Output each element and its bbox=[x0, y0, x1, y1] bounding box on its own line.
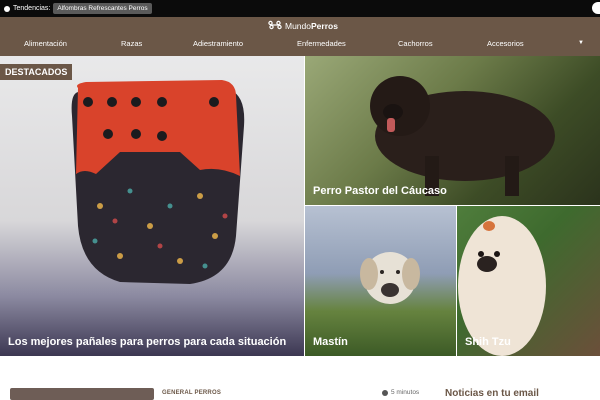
logo-bold-text: Perros bbox=[311, 21, 338, 31]
article-category[interactable]: GENERAL PERROS bbox=[162, 390, 221, 396]
read-time-text: 5 minutos bbox=[391, 389, 420, 396]
caucaso-dog-image bbox=[370, 76, 555, 196]
clock-icon bbox=[382, 389, 388, 396]
tile-caucaso-title[interactable]: Perro Pastor del Cáucaso bbox=[313, 185, 447, 197]
shihtzu-dog-image bbox=[458, 216, 546, 356]
trending-bar: Tendencias: Alfombras Refrescantes Perro… bbox=[0, 0, 600, 17]
trending-chip[interactable]: Alfombras Refrescantes Perros bbox=[53, 3, 152, 14]
logo-regular-text: Mundo bbox=[285, 21, 311, 31]
nav-item-enfermedades[interactable]: Enfermedades bbox=[297, 39, 346, 48]
nav-item-alimentacion[interactable]: Alimentación bbox=[24, 39, 67, 48]
featured-tile-shihtzu[interactable]: Shih Tzu bbox=[457, 206, 600, 356]
featured-tile-caucaso[interactable]: Perro Pastor del Cáucaso bbox=[305, 56, 600, 205]
tile-shihtzu-title[interactable]: Shih Tzu bbox=[465, 336, 511, 348]
featured-main-tile[interactable]: DESTACADOS Los mejores pañales para perr… bbox=[0, 56, 304, 356]
nav-item-cachorros[interactable]: Cachorros bbox=[398, 39, 433, 48]
nav-item-razas[interactable]: Razas bbox=[121, 39, 142, 48]
featured-tile-mastin[interactable]: Mastín bbox=[305, 206, 456, 356]
read-time: 5 minutos bbox=[382, 389, 419, 396]
mastin-dog-image bbox=[360, 252, 420, 304]
nav-item-adiestramiento[interactable]: Adiestramiento bbox=[193, 39, 243, 48]
newsletter-title: Noticias en tu email bbox=[445, 388, 539, 399]
tile-mastin-title[interactable]: Mastín bbox=[313, 336, 348, 348]
site-logo[interactable]: Mundo Perros bbox=[268, 20, 338, 32]
featured-badge: DESTACADOS bbox=[0, 64, 73, 80]
trending-label: Tendencias: bbox=[13, 5, 51, 12]
article-list-preview: GENERAL PERROS 5 minutos Noticias en tu … bbox=[0, 356, 600, 400]
chevron-down-icon[interactable]: ▼ bbox=[578, 40, 584, 46]
featured-main-title[interactable]: Los mejores pañales para perros para cad… bbox=[8, 336, 286, 348]
scroll-edge bbox=[592, 2, 600, 14]
bone-icon bbox=[268, 20, 282, 32]
article-thumbnail[interactable] bbox=[10, 388, 154, 400]
nav-item-accesorios[interactable]: Accesorios bbox=[487, 39, 524, 48]
site-header: Mundo Perros Alimentación Razas Adiestra… bbox=[0, 17, 600, 56]
main-nav: Alimentación Razas Adiestramiento Enferm… bbox=[0, 39, 600, 53]
diaper-image bbox=[71, 80, 245, 284]
trending-icon bbox=[4, 5, 10, 12]
